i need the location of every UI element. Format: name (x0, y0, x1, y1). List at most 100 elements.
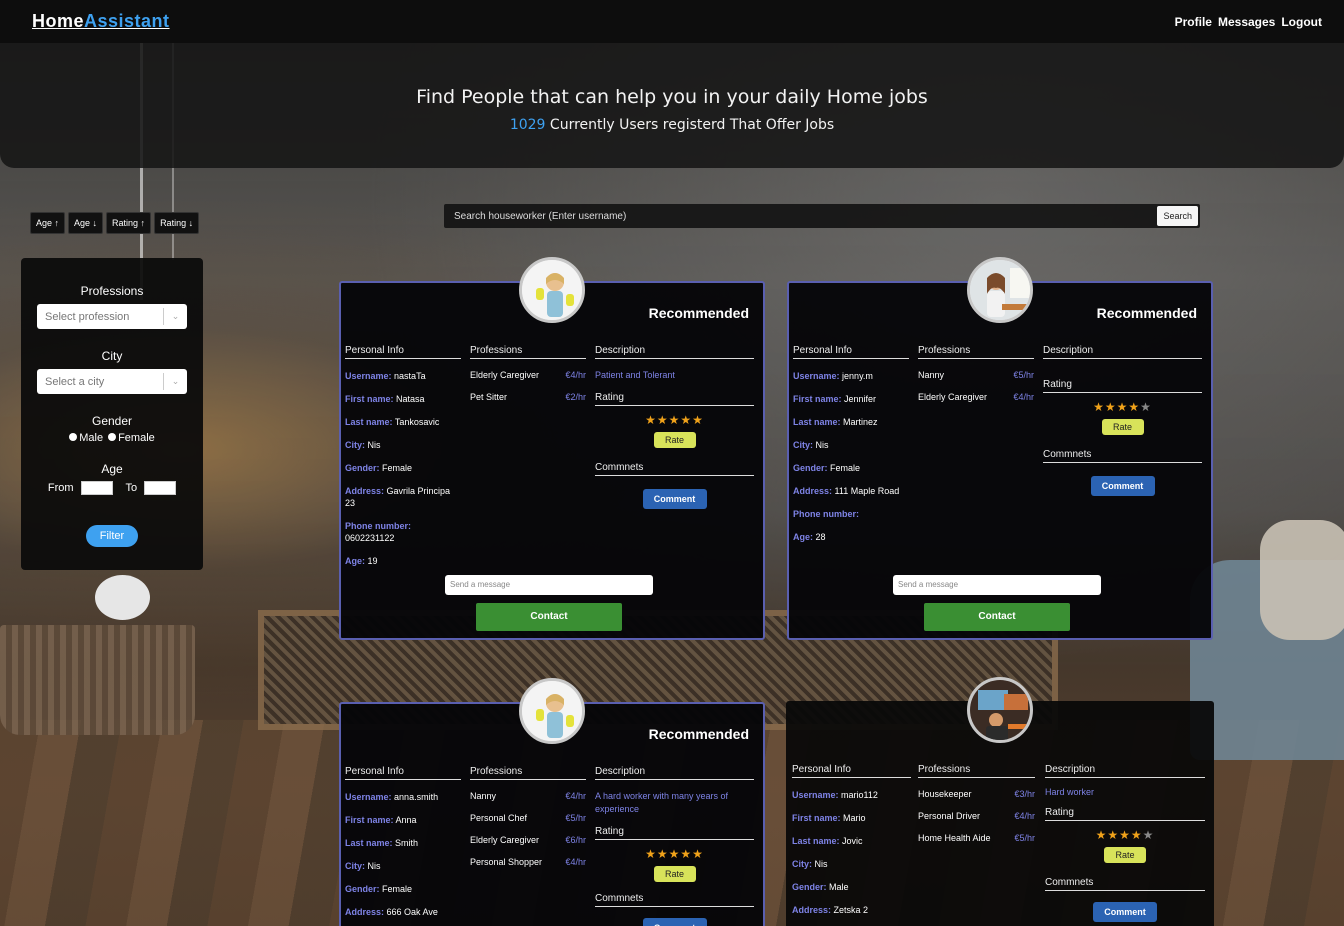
age-from-input[interactable] (80, 481, 113, 495)
age-range: From To (21, 481, 203, 495)
hero-banner: Find People that can help you in your da… (0, 43, 1344, 168)
first-name-value: Jennifer (844, 394, 877, 404)
female-label: Female (118, 432, 155, 444)
search-input[interactable]: Search houseworker (Enter username) (444, 211, 1157, 222)
rate-button[interactable]: Rate (1104, 847, 1146, 863)
professions-column: Professions Nanny €4/hr Personal Chef €5/h… (470, 766, 586, 868)
comment-button[interactable]: Comment (1090, 476, 1155, 496)
rate-button[interactable]: Rate (1101, 419, 1144, 435)
rate-button[interactable]: Rate (653, 432, 696, 448)
field-label: Username: (345, 371, 392, 381)
city-select-placeholder: Select a city (45, 375, 105, 388)
star-rating: ★★★★★ (645, 413, 704, 427)
nav-links: Profile Messages Logout (1175, 15, 1322, 29)
profession-rate: €5/hr (1014, 833, 1035, 843)
city-row: City: Nis (792, 858, 911, 870)
phone-row: Phone number: 0602231122 (345, 520, 461, 544)
description-text: Hard worker (1045, 787, 1095, 797)
worker-card: Recommended Personal Info Username: jenn… (787, 257, 1213, 640)
field-label: Username: (345, 792, 392, 802)
worker-card: Recommended Personal Info Username: nast… (339, 257, 765, 640)
first-name-value: Mario (843, 813, 866, 823)
profession-row: Personal Chef €5/hr (470, 813, 586, 824)
address-row: Address: Gavrila Principa 23 (345, 485, 461, 509)
contact-button[interactable]: Contact (476, 603, 622, 631)
gender-value: Female (382, 884, 413, 894)
recommended-badge: Recommended (648, 305, 749, 321)
profession-rate: €4/hr (1014, 811, 1035, 821)
gender-female-option[interactable]: Female (108, 432, 155, 444)
nav-logout-link[interactable]: Logout (1281, 15, 1322, 29)
last-name-row: Last name: Tankosavic (345, 416, 461, 428)
city-row: City: Nis (345, 860, 461, 872)
address-value: Zetska 2 (833, 905, 869, 915)
profession-select[interactable]: Select profession ⌄ (37, 304, 187, 329)
last-name-value: Jovic (842, 836, 863, 846)
star-rating: ★★★★★ (645, 847, 704, 861)
worker-card: Personal Info Username: mario112 First n… (786, 677, 1214, 926)
brand-assistant-text: Assistant (84, 11, 170, 31)
city-select[interactable]: Select a city ⌄ (37, 369, 187, 394)
comment-button[interactable]: Comment (642, 918, 707, 926)
comment-button[interactable]: Comment (642, 489, 707, 509)
profession-name: Home Health Aide (918, 833, 991, 843)
username-value: jenny.m (842, 371, 873, 381)
brand-logo[interactable]: HomeAssistant (32, 11, 170, 32)
female-radio[interactable] (108, 433, 117, 441)
comments-heading: Commnets (1043, 449, 1202, 463)
profession-name: Personal Driver (918, 811, 981, 821)
gender-label: Gender (91, 414, 133, 428)
sort-age-asc-button[interactable]: Age ↑ (30, 212, 66, 234)
sort-rating-asc-button[interactable]: Rating ↑ (106, 212, 152, 234)
gender-male-option[interactable]: Male (69, 432, 103, 444)
age-to-input[interactable] (144, 481, 177, 495)
address-value: 666 Oak Ave (386, 907, 438, 917)
age-label: Age (101, 462, 123, 476)
profession-row: Housekeeper €3/hr (918, 789, 1035, 800)
profession-row: Personal Driver €4/hr (918, 811, 1035, 822)
sort-age-desc-button[interactable]: Age ↓ (68, 212, 104, 234)
profession-rate: €4/hr (565, 857, 586, 867)
field-label: Address: (345, 907, 385, 917)
comment-button[interactable]: Comment (1093, 902, 1157, 922)
message-input[interactable]: Send a message (893, 575, 1101, 595)
description-heading: Description (1045, 764, 1205, 778)
star-rating: ★★★★★ (1095, 828, 1155, 842)
profession-row: Personal Shopper €4/hr (470, 857, 586, 868)
username-value: anna.smith (394, 792, 439, 802)
male-radio[interactable] (69, 433, 78, 441)
background-basket (0, 625, 195, 735)
profession-name: Housekeeper (918, 789, 972, 799)
gender-value: Female (382, 463, 413, 473)
chevron-down-icon: ⌄ (163, 373, 187, 390)
search-button[interactable]: Search (1157, 206, 1198, 226)
age-row: Age: 19 (345, 555, 461, 567)
gender-row: Gender: Female (345, 462, 461, 474)
field-label: City: (345, 440, 365, 450)
comments-heading: Commnets (1045, 877, 1205, 891)
address-row: Address: 666 Oak Ave (345, 906, 461, 918)
age-value: 19 (367, 556, 378, 566)
last-name-row: Last name: Jovic (792, 835, 911, 847)
profession-select-placeholder: Select profession (45, 310, 130, 323)
user-count: 1029 (509, 117, 546, 133)
gender-row: Gender: Male (792, 881, 911, 893)
hero-subtitle: 1029 Currently Users registerd That Offe… (0, 117, 1344, 133)
rate-button[interactable]: Rate (653, 866, 696, 882)
message-input[interactable]: Send a message (445, 575, 653, 595)
professions-heading: Professions (470, 766, 586, 780)
sort-rating-desc-button[interactable]: Rating ↓ (154, 212, 200, 234)
field-label: Gender: (792, 882, 827, 892)
last-name-row: Last name: Martinez (793, 416, 909, 428)
search-bar: Search houseworker (Enter username) Sear… (444, 204, 1200, 228)
profession-rate: €4/hr (565, 791, 586, 801)
comments-heading: Commnets (595, 893, 754, 907)
phone-row: Phone number: (793, 508, 909, 520)
nav-messages-link[interactable]: Messages (1218, 15, 1275, 29)
filter-button[interactable]: Filter (85, 525, 139, 547)
username-row: Username: nastaTa (345, 370, 461, 382)
contact-button[interactable]: Contact (924, 603, 1070, 631)
profession-rate: €5/hr (565, 813, 586, 823)
nav-profile-link[interactable]: Profile (1175, 15, 1212, 29)
avatar (519, 678, 585, 744)
